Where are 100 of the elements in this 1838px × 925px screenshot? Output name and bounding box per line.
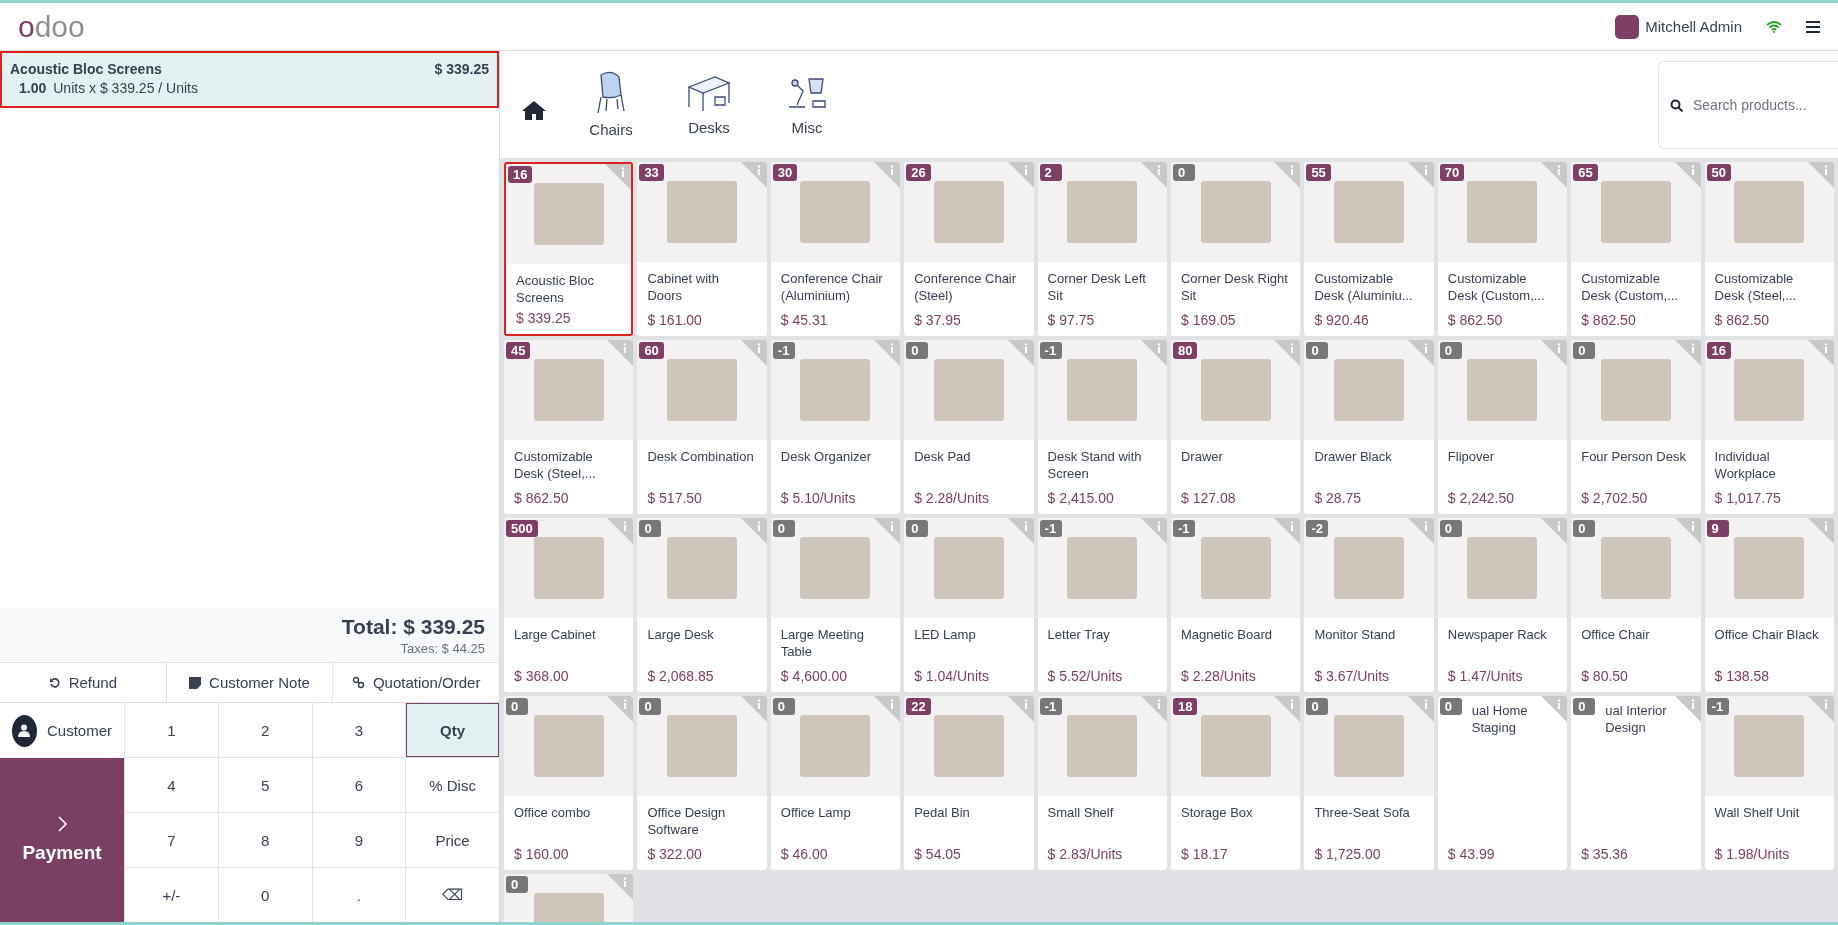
product-name: Desk Stand with Screen — [1046, 448, 1143, 483]
product-name: Drawer — [1180, 448, 1224, 466]
stock-count: 0 — [772, 520, 795, 537]
product-card[interactable]: Conference Chair (Steel) $ 37.95 26 — [904, 162, 1034, 336]
product-name: Large Cabinet — [513, 626, 597, 644]
product-card[interactable]: ual Interior Design $ 35.36 0 — [1571, 696, 1701, 870]
info-icon[interactable] — [605, 164, 632, 190]
product-price: $ 54.05 — [913, 846, 962, 864]
product-price: $ 862.50 — [1446, 312, 1504, 330]
stock-count: 16 — [1706, 342, 1732, 359]
numpad-key[interactable]: 6 — [312, 758, 406, 812]
product-card[interactable]: Desk Pad $ 2.28/Units 0 — [904, 340, 1034, 514]
product-price: $ 18.17 — [1180, 846, 1229, 864]
product-card[interactable]: Desk Organizer $ 5.10/Units -1 — [770, 340, 901, 514]
product-card[interactable]: Customizable Desk (Steel,... $ 862.50 50 — [1704, 162, 1834, 336]
product-card[interactable]: Conference Chair (Aluminium) $ 45.31 30 — [770, 162, 901, 336]
photo-placeholder — [533, 359, 604, 421]
product-card[interactable]: Office Lamp $ 46.00 0 — [770, 696, 901, 870]
menu-icon[interactable] — [1806, 20, 1820, 33]
product-card[interactable]: Office Design Software $ 322.00 0 — [637, 696, 767, 870]
numpad-key[interactable]: 9 — [312, 813, 406, 867]
stock-count: 55 — [1306, 164, 1331, 181]
photo-placeholder — [800, 359, 871, 421]
product-card[interactable]: Four Person Desk $ 2,702.50 0 — [1571, 340, 1701, 514]
product-card[interactable]: Large Desk $ 2,068.85 0 — [637, 518, 767, 692]
product-price: $ 322.00 — [646, 846, 703, 864]
category-button[interactable]: Misc — [762, 72, 852, 137]
product-card[interactable]: LED Lamp $ 1.04/Units 0 — [904, 518, 1034, 692]
search-field[interactable]: Search products... — [1658, 60, 1838, 149]
product-card[interactable]: Acoustic Bloc Screens $ 339.25 16 — [504, 162, 634, 336]
product-card[interactable]: Letter Tray $ 5.52/Units -1 — [1037, 518, 1167, 692]
numpad-key[interactable]: 1 — [125, 703, 218, 757]
product-card[interactable]: Storage Box $ 18.17 18 — [1171, 696, 1301, 870]
order-total: Total: $ 339.25 — [341, 615, 485, 639]
product-card[interactable]: Cabinet with Doors $ 161.00 33 — [637, 162, 767, 336]
photo-placeholder — [667, 359, 738, 421]
numpad-key[interactable]: 7 — [125, 813, 218, 867]
stock-count: 33 — [639, 164, 664, 181]
product-card[interactable]: Flipover $ 2,242.50 0 — [1437, 340, 1568, 514]
photo-placeholder — [1734, 359, 1805, 421]
product-card[interactable]: Newspaper Rack $ 1.47/Units 0 — [1437, 518, 1568, 692]
product-card[interactable]: Office Chair Black $ 138.58 9 — [1704, 518, 1834, 692]
numpad-key[interactable]: 3 — [312, 703, 406, 757]
photo-placeholder — [1734, 715, 1805, 777]
photo-placeholder — [1200, 537, 1271, 599]
payment-button[interactable]: Payment — [0, 758, 124, 922]
product-name: Drawer Black — [1313, 448, 1393, 466]
numpad-key[interactable]: 4 — [125, 758, 218, 812]
stock-count: 26 — [906, 164, 931, 181]
numpad-key[interactable]: Qty — [406, 703, 499, 757]
product-card[interactable]: Desk Stand with Screen $ 2,415.00 -1 — [1037, 340, 1167, 514]
category-button[interactable]: Chairs — [566, 70, 656, 139]
product-card[interactable]: Large Meeting Table $ 4,600.00 0 — [770, 518, 901, 692]
product-card[interactable]: 0 — [504, 874, 634, 922]
stock-count: -1 — [1173, 520, 1195, 537]
product-card[interactable]: Magnetic Board $ 2.28/Units -1 — [1171, 518, 1301, 692]
numpad-key[interactable]: 2 — [218, 703, 312, 757]
stock-count: 0 — [1439, 520, 1462, 537]
product-card[interactable]: Office combo $ 160.00 0 — [504, 696, 634, 870]
product-card[interactable]: ual Home Staging $ 43.99 0 — [1437, 696, 1568, 870]
stock-count: 0 — [1439, 698, 1462, 715]
product-price: $ 4,600.00 — [779, 668, 848, 686]
product-card[interactable]: Customizable Desk (Custom,... $ 862.50 70 — [1437, 162, 1568, 336]
product-name: Large Desk — [646, 626, 715, 644]
product-name: Letter Tray — [1046, 626, 1111, 644]
product-card[interactable]: Corner Desk Left Sit $ 97.75 2 — [1037, 162, 1167, 336]
stock-count: 9 — [1706, 520, 1729, 537]
numpad-key[interactable]: +/- — [125, 868, 218, 922]
product-card[interactable]: Wall Shelf Unit $ 1.98/Units -1 — [1704, 696, 1834, 870]
product-card[interactable]: Monitor Stand $ 3.67/Units -2 — [1304, 518, 1434, 692]
numpad-key[interactable]: ⌫ — [406, 868, 499, 922]
product-card[interactable]: Corner Desk Right Sit $ 169.05 0 — [1171, 162, 1301, 336]
product-card[interactable]: Pedal Bin $ 54.05 22 — [904, 696, 1034, 870]
product-name: Small Shelf — [1046, 804, 1115, 822]
stock-count: 0 — [639, 698, 662, 715]
numpad-key[interactable]: Price — [406, 813, 499, 867]
product-card[interactable]: Drawer $ 127.08 80 — [1171, 340, 1301, 514]
user-name[interactable]: Mitchell Admin — [1645, 18, 1742, 35]
product-card[interactable]: Desk Combination $ 517.50 60 — [637, 340, 767, 514]
numpad-key[interactable]: 0 — [218, 868, 312, 922]
category-button[interactable]: Desks — [664, 72, 754, 137]
product-price: $ 169.05 — [1180, 312, 1237, 330]
product-card[interactable]: Office Chair $ 80.50 0 — [1571, 518, 1701, 692]
product-card[interactable]: Large Cabinet $ 368.00 500 — [504, 518, 634, 692]
product-name: Cabinet with Doors — [646, 270, 720, 305]
avatar[interactable] — [1615, 14, 1640, 39]
product-card[interactable]: Three-Seat Sofa $ 1,725.00 0 — [1304, 696, 1434, 870]
numpad-key[interactable]: 8 — [218, 813, 312, 867]
product-price: $ 1.04/Units — [913, 668, 990, 686]
product-card[interactable]: Small Shelf $ 2.83/Units -1 — [1037, 696, 1167, 870]
numpad-key[interactable]: % Disc — [406, 758, 499, 812]
product-name: ual Home Staging — [1471, 702, 1529, 736]
product-card[interactable]: Drawer Black $ 28.75 0 — [1304, 340, 1434, 514]
numpad-key[interactable]: . — [312, 868, 406, 922]
numpad-key[interactable]: 5 — [218, 758, 312, 812]
product-card[interactable]: Customizable Desk (Steel,... $ 862.50 45 — [504, 340, 634, 514]
product-card[interactable]: Customizable Desk (Custom,... $ 862.50 65 — [1571, 162, 1701, 336]
product-card[interactable]: Customizable Desk (Aluminiu... $ 920.46 55 — [1304, 162, 1434, 336]
product-card[interactable]: Individual Workplace $ 1,017.75 16 — [1704, 340, 1834, 514]
desk-icon — [685, 73, 733, 113]
